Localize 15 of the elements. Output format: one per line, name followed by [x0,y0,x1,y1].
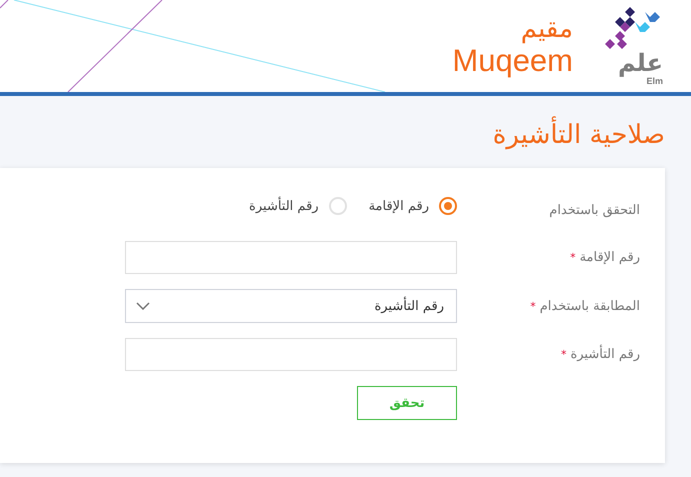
field-label: رقم التأشيرة * [457,347,640,362]
input-field[interactable] [125,241,457,274]
brand-arabic: مقيم [520,14,573,44]
field-label: التحقق باستخدام [548,202,640,218]
brand-name: Muqeem [452,44,573,78]
field-label: رقم الإقامة * [569,250,640,265]
field-label: المطابقة باستخدام * [529,298,640,314]
cubes-logo-icon [603,6,663,50]
chevron-down-icon [136,302,150,310]
input-field[interactable] [125,338,457,371]
partner-name: Elm [646,76,663,86]
partner-arabic: علم [618,50,663,76]
select-field[interactable]: رقم التأشيرة [125,289,457,323]
radio-option[interactable]: رقم الإقامة [368,197,457,215]
radio-option[interactable]: رقم التأشيرة [249,197,347,215]
